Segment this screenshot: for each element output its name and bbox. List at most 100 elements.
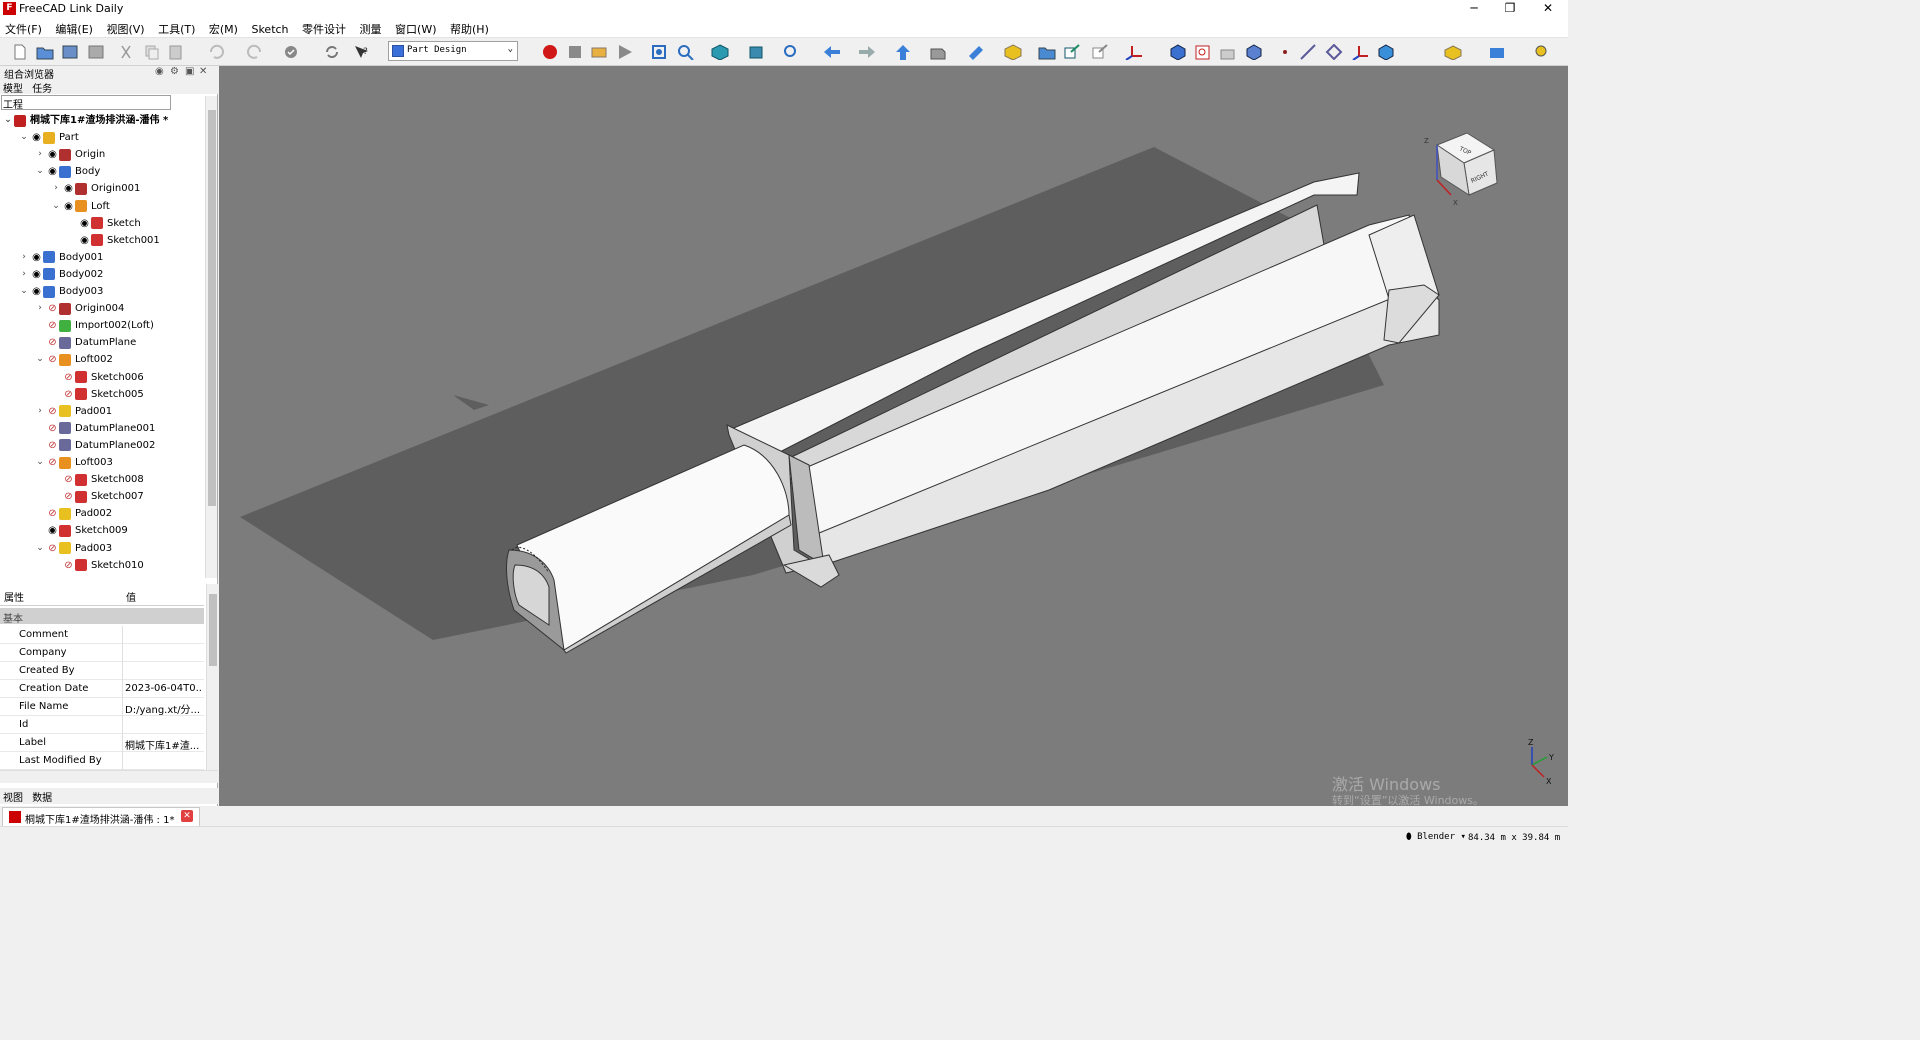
property-row[interactable]: Created By xyxy=(0,662,204,680)
menu-measure[interactable]: 测量 xyxy=(355,18,387,38)
property-value[interactable]: D:/yang.xt/分... xyxy=(125,701,203,716)
part-container-icon[interactable] xyxy=(1003,42,1023,62)
measure-ruler-icon[interactable] xyxy=(966,42,986,62)
property-row[interactable]: Last Modified By xyxy=(0,752,204,770)
body-icon[interactable] xyxy=(1168,42,1188,62)
redo-icon[interactable] xyxy=(244,42,264,62)
expand-right-icon[interactable]: › xyxy=(50,180,62,197)
expand-down-icon[interactable]: ⌄ xyxy=(50,198,62,215)
datum-point-icon[interactable] xyxy=(1275,42,1295,62)
eye-visible-icon[interactable]: ◉ xyxy=(78,232,91,249)
tree-item[interactable]: ⌄ ⊘ Loft003 xyxy=(34,454,113,471)
new-document-icon[interactable] xyxy=(10,42,30,62)
tree-item[interactable]: ⌄ ⊘ Loft002 xyxy=(34,351,113,368)
property-row[interactable]: Comment xyxy=(0,626,204,644)
tree-item[interactable]: ⌄ ◉ Body xyxy=(34,163,100,180)
expand-down-icon[interactable]: ⌄ xyxy=(34,351,46,368)
menu-part-design[interactable]: 零件设计 xyxy=(297,18,351,38)
tree-item[interactable]: ⊘ Sketch006 xyxy=(50,369,144,386)
link-actions-icon[interactable] xyxy=(1090,42,1110,62)
tab-data[interactable]: 数据 xyxy=(29,788,55,805)
expand-right-icon[interactable]: › xyxy=(34,146,46,163)
tree-item[interactable]: ⌄ ◉ Body003 xyxy=(18,283,103,300)
tree-item[interactable]: ◉ Sketch009 xyxy=(34,522,128,539)
property-row[interactable]: Label 桐城下库1#渣... xyxy=(0,734,204,752)
search-measure-icon[interactable] xyxy=(1533,42,1553,62)
menu-edit[interactable]: 编辑(E) xyxy=(50,18,98,38)
datum-plane-icon[interactable] xyxy=(1324,42,1344,62)
tree-item[interactable]: ⌄ ⊘ Pad003 xyxy=(34,540,112,557)
eye-hidden-icon[interactable]: ⊘ xyxy=(46,505,59,522)
tree-search-input[interactable]: 工程 xyxy=(1,95,171,111)
close-tab-icon[interactable]: ✕ xyxy=(181,810,193,822)
tree-item[interactable]: ⊘ Pad002 xyxy=(34,505,112,522)
property-value[interactable]: 2023-06-04T0... xyxy=(125,683,203,694)
view-isometric-icon[interactable] xyxy=(710,42,730,62)
eye-hidden-icon[interactable]: ⊘ xyxy=(46,420,59,437)
measure-tools-icon[interactable] xyxy=(1488,42,1508,62)
paste-icon[interactable] xyxy=(167,42,187,62)
property-row[interactable]: Creation Date 2023-06-04T0... xyxy=(0,680,204,698)
tree-item[interactable]: ⊘ Sketch010 xyxy=(50,557,144,574)
eye-hidden-icon[interactable]: ⊘ xyxy=(62,386,75,403)
eye-hidden-icon[interactable]: ⊘ xyxy=(46,351,59,368)
datum-line-icon[interactable] xyxy=(1298,42,1318,62)
expand-down-icon[interactable]: ⌄ xyxy=(18,129,30,146)
menu-help[interactable]: 帮助(H) xyxy=(445,18,494,38)
tree-item[interactable]: ⊘ Import002(Loft) xyxy=(34,317,154,334)
tree-item[interactable]: › ◉ Body002 xyxy=(18,266,103,283)
fit-all-icon[interactable] xyxy=(650,42,670,62)
restore-button[interactable]: ❐ xyxy=(1492,0,1528,18)
eye-visible-icon[interactable]: ◉ xyxy=(46,163,59,180)
sketch-create-icon[interactable] xyxy=(1193,42,1213,62)
property-row[interactable]: File Name D:/yang.xt/分... xyxy=(0,698,204,716)
tree-item[interactable]: ⊘ Sketch008 xyxy=(50,471,144,488)
eye-visible-icon[interactable]: ◉ xyxy=(78,215,91,232)
eye-hidden-icon[interactable]: ⊘ xyxy=(46,454,59,471)
close-icon[interactable]: ✕ xyxy=(199,66,207,77)
property-hscrollbar[interactable] xyxy=(0,770,218,783)
tree-item[interactable]: ⊘ Sketch005 xyxy=(50,386,144,403)
menu-view[interactable]: 视图(V) xyxy=(101,18,149,38)
zoom-selection-icon[interactable] xyxy=(676,42,696,62)
eye-hidden-icon[interactable]: ⊘ xyxy=(62,488,75,505)
tree-item[interactable]: ⌄ ◉ Part xyxy=(18,129,79,146)
expand-right-icon[interactable]: › xyxy=(34,403,46,420)
shape-binder-icon[interactable] xyxy=(1218,42,1238,62)
copy-icon[interactable] xyxy=(142,42,162,62)
refresh-check-icon[interactable] xyxy=(282,42,302,62)
close-button[interactable]: ✕ xyxy=(1530,0,1566,18)
expand-right-icon[interactable]: › xyxy=(34,300,46,317)
eye-visible-icon[interactable]: ◉ xyxy=(62,180,75,197)
tree-scrollbar[interactable] xyxy=(205,96,217,578)
eye-hidden-icon[interactable]: ⊘ xyxy=(46,300,59,317)
tree-item[interactable]: ◉ Sketch xyxy=(66,215,141,232)
eye-hidden-icon[interactable]: ⊘ xyxy=(62,557,75,574)
navigation-style-button[interactable]: ⬮ Blender ▾ xyxy=(1406,832,1466,842)
tree-item[interactable]: › ⊘ Pad001 xyxy=(34,403,112,420)
back-arrow-icon[interactable] xyxy=(822,42,842,62)
eye-hidden-icon[interactable]: ⊘ xyxy=(46,317,59,334)
gear-icon[interactable]: ⚙ xyxy=(170,66,179,77)
group-folder-icon[interactable] xyxy=(1037,42,1057,62)
tree-item[interactable]: › ◉ Origin xyxy=(34,146,105,163)
expand-down-icon[interactable]: ⌄ xyxy=(34,163,46,180)
tree-item[interactable]: ⌄ 桐城下库1#渣场排洪涵-潘伟 * xyxy=(2,112,168,129)
save-as-icon[interactable] xyxy=(86,42,106,62)
eye-hidden-icon[interactable]: ⊘ xyxy=(46,540,59,557)
expand-right-icon[interactable]: › xyxy=(18,266,30,283)
pin-icon[interactable]: ◉ xyxy=(155,66,164,77)
macro-stop-icon[interactable] xyxy=(565,42,585,62)
eye-hidden-icon[interactable]: ⊘ xyxy=(46,334,59,351)
up-arrow-icon[interactable] xyxy=(893,42,913,62)
undo-icon[interactable] xyxy=(207,42,227,62)
macro-edit-icon[interactable] xyxy=(590,42,610,62)
pad-yellow-icon[interactable] xyxy=(1443,42,1463,62)
box-view-icon[interactable] xyxy=(928,42,948,62)
property-scrollbar-thumb[interactable] xyxy=(209,594,217,666)
tab-view[interactable]: 视图 xyxy=(0,788,26,805)
property-scrollbar[interactable] xyxy=(206,584,218,770)
menu-sketch[interactable]: Sketch xyxy=(246,20,293,40)
eye-visible-icon[interactable]: ◉ xyxy=(46,522,59,539)
expand-down-icon[interactable]: ⌄ xyxy=(18,283,30,300)
